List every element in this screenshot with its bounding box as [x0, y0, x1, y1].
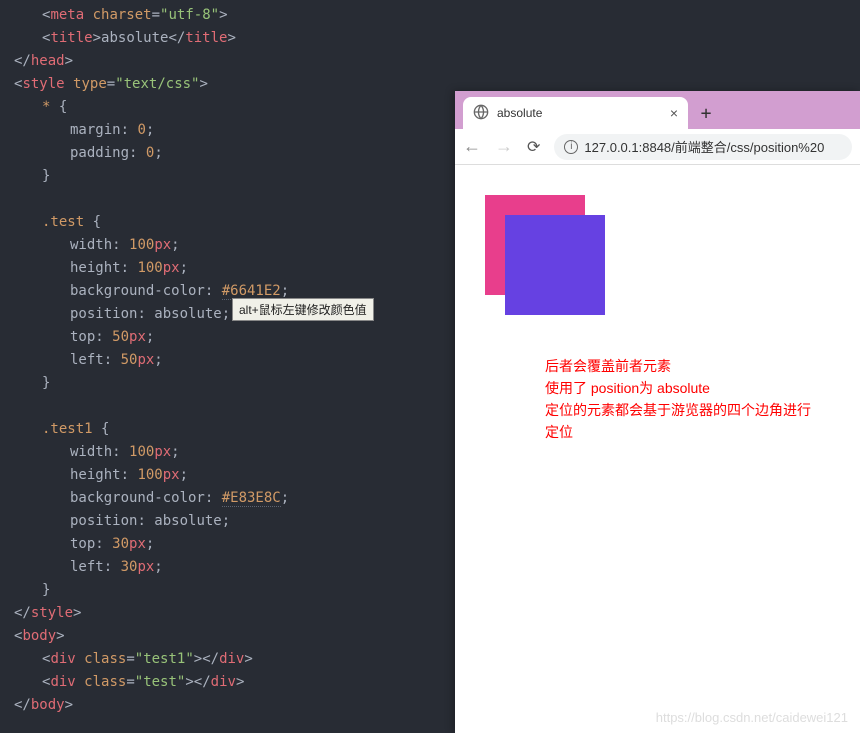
url-text: 127.0.0.1:8848/前端整合/css/position%20	[584, 137, 824, 156]
tab-strip: absolute × +	[455, 91, 860, 129]
code-line: top: 30px;	[14, 533, 460, 556]
browser-toolbar: ← → ⟳ i 127.0.0.1:8848/前端整合/css/position…	[455, 129, 860, 165]
code-line: background-color: #E83E8C;	[14, 487, 460, 510]
annotation-line: 使用了 position为 absolute	[545, 377, 811, 399]
tab-title: absolute	[497, 106, 662, 120]
browser-window: absolute × + ← → ⟳ i 127.0.0.1:8848/前端整合…	[455, 91, 860, 733]
annotation-line: 定位	[545, 421, 811, 443]
annotation-text: 后者会覆盖前者元素 使用了 position为 absolute 定位的元素都会…	[545, 355, 811, 443]
code-line: <div class="test"></div>	[14, 671, 460, 694]
back-button[interactable]: ←	[463, 136, 481, 157]
code-line: margin: 0;	[14, 119, 460, 142]
code-line: left: 30px;	[14, 556, 460, 579]
forward-button[interactable]: →	[495, 136, 513, 157]
address-bar[interactable]: i 127.0.0.1:8848/前端整合/css/position%20	[554, 134, 852, 160]
code-line: height: 100px;	[14, 464, 460, 487]
color-tooltip: alt+鼠标左键修改颜色值	[232, 298, 374, 321]
code-line: <title>absolute</title>	[14, 27, 460, 50]
code-line: left: 50px;	[14, 349, 460, 372]
code-line	[14, 188, 460, 211]
code-line: </head>	[14, 50, 460, 73]
browser-tab[interactable]: absolute ×	[463, 97, 688, 129]
new-tab-button[interactable]: +	[692, 99, 720, 127]
info-icon[interactable]: i	[564, 140, 578, 154]
page-content: 后者会覆盖前者元素 使用了 position为 absolute 定位的元素都会…	[455, 165, 860, 733]
reload-button[interactable]: ⟳	[527, 137, 540, 157]
code-line: }	[14, 579, 460, 602]
close-icon[interactable]: ×	[670, 105, 678, 121]
test-box	[505, 215, 605, 315]
code-line: <style type="text/css">	[14, 73, 460, 96]
code-line: position: absolute;	[14, 510, 460, 533]
code-line	[14, 395, 460, 418]
code-line: .test1 {	[14, 418, 460, 441]
code-line: height: 100px;	[14, 257, 460, 280]
watermark: https://blog.csdn.net/caidewei121	[656, 710, 848, 725]
code-line: <body>	[14, 625, 460, 648]
code-line: </body>	[14, 694, 460, 717]
code-line: * {	[14, 96, 460, 119]
code-editor[interactable]: <meta charset="utf-8"> <title>absolute</…	[0, 0, 460, 733]
code-line: <meta charset="utf-8">	[14, 4, 460, 27]
globe-icon	[473, 104, 489, 123]
code-line: width: 100px;	[14, 441, 460, 464]
annotation-line: 定位的元素都会基于游览器的四个边角进行	[545, 399, 811, 421]
code-line: }	[14, 372, 460, 395]
annotation-line: 后者会覆盖前者元素	[545, 355, 811, 377]
code-line: <div class="test1"></div>	[14, 648, 460, 671]
code-line: .test {	[14, 211, 460, 234]
code-line: width: 100px;	[14, 234, 460, 257]
code-line: </style>	[14, 602, 460, 625]
code-line: top: 50px;	[14, 326, 460, 349]
code-line: padding: 0;	[14, 142, 460, 165]
code-line: }	[14, 165, 460, 188]
